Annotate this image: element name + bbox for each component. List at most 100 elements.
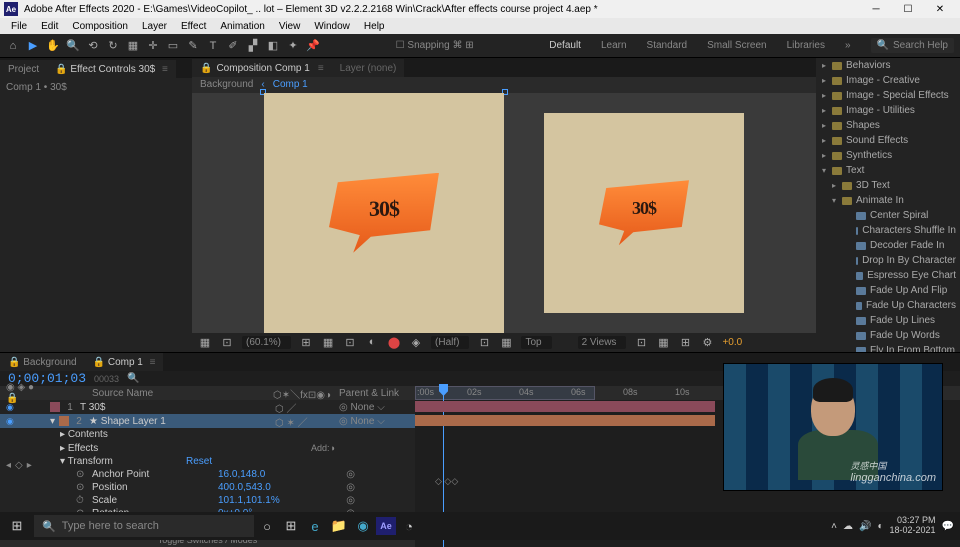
app-icon[interactable]: ◔ xyxy=(398,515,420,537)
prev-keyframe-icon[interactable]: ◂ xyxy=(6,460,11,471)
ie-icon[interactable]: e xyxy=(304,515,326,537)
rotate-tool-icon[interactable]: ↻ xyxy=(106,39,120,53)
camera-icon[interactable]: ⊡ xyxy=(477,335,491,349)
start-button[interactable]: ⊞ xyxy=(6,515,28,537)
views-dropdown[interactable]: 2 Views xyxy=(578,336,627,349)
preset-folder[interactable]: Sound Effects xyxy=(816,133,960,148)
preset-folder[interactable]: 3D Text xyxy=(816,178,960,193)
breadcrumb-comp1[interactable]: Comp 1 xyxy=(273,79,308,90)
workspace-learn[interactable]: Learn xyxy=(601,40,627,51)
prop-effects[interactable]: ▸ Effects xyxy=(0,442,415,455)
res-icon[interactable]: ⊞ xyxy=(299,335,313,349)
preset-folder[interactable]: Image - Creative xyxy=(816,73,960,88)
camera-tool-icon[interactable]: ▦ xyxy=(126,39,140,53)
maximize-button[interactable]: ☐ xyxy=(902,3,914,15)
alpha-icon[interactable]: ⊡ xyxy=(220,335,234,349)
tab-effect-controls[interactable]: 🔒 Effect Controls 30$ ≡ xyxy=(47,60,176,78)
task-view-icon[interactable]: ⊞ xyxy=(280,515,302,537)
canvas-right[interactable]: 30$ xyxy=(544,113,744,313)
layer-bar-1[interactable] xyxy=(415,401,715,412)
preset-folder[interactable]: Image - Special Effects xyxy=(816,88,960,103)
zoom-dropdown[interactable]: (60.1%) xyxy=(242,336,291,349)
preset-item[interactable]: Fade Up And Flip xyxy=(816,283,960,298)
keyframe-icon[interactable]: ◇ ◇◇ xyxy=(435,476,458,487)
snapping-toggle[interactable]: ☐ Snapping ⌘ ⊞ xyxy=(396,40,474,51)
breadcrumb-background[interactable]: Background xyxy=(200,79,253,90)
workspace-standard[interactable]: Standard xyxy=(647,40,688,51)
search-help[interactable]: 🔍 Search Help xyxy=(871,38,954,53)
menu-file[interactable]: File xyxy=(4,21,34,32)
vf-icon[interactable]: ▦ xyxy=(656,335,670,349)
prop-transform[interactable]: ▾ TransformReset xyxy=(0,455,415,468)
text-layer[interactable]: 30$ xyxy=(369,196,399,222)
vf-icon[interactable]: ⊞ xyxy=(678,335,692,349)
preset-item[interactable]: Fade Up Words xyxy=(816,328,960,343)
preset-folder[interactable]: Text xyxy=(816,163,960,178)
preset-item[interactable]: Fade Up Characters xyxy=(816,298,960,313)
menu-view[interactable]: View xyxy=(272,21,308,32)
tray-icon[interactable]: ˄ xyxy=(831,521,837,532)
notifications-icon[interactable]: 💬 xyxy=(942,521,954,532)
home-icon[interactable]: ⌂ xyxy=(6,39,20,53)
view-dropdown[interactable]: Top xyxy=(521,336,551,349)
tab-composition[interactable]: 🔒 Composition Comp 1 ≡ xyxy=(192,59,332,77)
preset-item[interactable]: Characters Shuffle In xyxy=(816,223,960,238)
resolution-dropdown[interactable]: (Half) xyxy=(431,336,469,349)
search-icon[interactable]: 🔍 xyxy=(127,373,139,384)
menu-effect[interactable]: Effect xyxy=(174,21,213,32)
tray-icon[interactable]: ◐ xyxy=(877,521,883,532)
clone-tool-icon[interactable]: ▞ xyxy=(246,39,260,53)
tray-icon[interactable]: 🔊 xyxy=(859,521,871,532)
tab-project[interactable]: Project xyxy=(0,60,47,78)
transparency-icon[interactable]: ◈ xyxy=(409,335,423,349)
text-tool-icon[interactable]: T xyxy=(206,39,220,53)
magnify-icon[interactable]: ▦ xyxy=(198,335,212,349)
roto-tool-icon[interactable]: ✦ xyxy=(286,39,300,53)
transform-prop[interactable]: ⊙Position400.0,543.0◎ xyxy=(0,481,415,494)
view-icon[interactable]: ▦ xyxy=(499,335,513,349)
guides-icon[interactable]: ⊡ xyxy=(343,335,357,349)
layer-color-chip[interactable] xyxy=(50,402,60,412)
cortana-icon[interactable]: ○ xyxy=(256,515,278,537)
exposure-value[interactable]: +0.0 xyxy=(722,337,742,348)
tab-close-icon[interactable]: ≡ xyxy=(162,64,168,75)
puppet-tool-icon[interactable]: 📌 xyxy=(306,39,320,53)
transform-prop[interactable]: ⊙Anchor Point16.0,148.0◎ xyxy=(0,468,415,481)
preset-item[interactable]: Decoder Fade In xyxy=(816,238,960,253)
region-icon[interactable]: ⬤ xyxy=(387,335,401,349)
layer-color-chip[interactable] xyxy=(59,416,69,426)
orbit-tool-icon[interactable]: ⟲ xyxy=(86,39,100,53)
shape-layer[interactable]: 30$ xyxy=(329,173,439,253)
tl-tab-background[interactable]: 🔒 Background xyxy=(0,353,85,371)
anchor-tool-icon[interactable]: ✛ xyxy=(146,39,160,53)
menu-window[interactable]: Window xyxy=(307,21,357,32)
tray-icon[interactable]: ☁ xyxy=(843,521,853,532)
layer-bar-2[interactable] xyxy=(415,415,715,426)
taskbar-search[interactable]: 🔍 Type here to search xyxy=(34,515,254,537)
minimize-button[interactable]: ─ xyxy=(870,3,882,15)
workspace-libraries[interactable]: Libraries xyxy=(787,40,825,51)
menu-layer[interactable]: Layer xyxy=(135,21,174,32)
workspace-default[interactable]: Default xyxy=(549,40,581,51)
eraser-tool-icon[interactable]: ◧ xyxy=(266,39,280,53)
preset-folder[interactable]: Synthetics xyxy=(816,148,960,163)
grid-icon[interactable]: ▦ xyxy=(321,335,335,349)
layer-row-1[interactable]: ◉ 1 T 30$ ⬡ ／ ◎ None ⌵ xyxy=(0,400,415,414)
preset-item[interactable]: Fade Up Lines xyxy=(816,313,960,328)
next-keyframe-icon[interactable]: ▸ xyxy=(27,460,32,471)
preset-item[interactable]: Drop In By Character xyxy=(816,253,960,268)
add-keyframe-icon[interactable]: ◇ xyxy=(15,460,23,471)
menu-help[interactable]: Help xyxy=(357,21,392,32)
preset-item[interactable]: Fly In From Bottom xyxy=(816,343,960,352)
prop-contents[interactable]: ▸ Contents xyxy=(0,428,415,441)
tab-layer[interactable]: Layer (none) xyxy=(332,59,405,77)
hand-tool-icon[interactable]: ✋ xyxy=(46,39,60,53)
tab-menu-icon[interactable]: ≡ xyxy=(318,63,324,74)
menu-edit[interactable]: Edit xyxy=(34,21,65,32)
preset-folder[interactable]: Shapes xyxy=(816,118,960,133)
vf-icon[interactable]: ⚙ xyxy=(700,335,714,349)
explorer-icon[interactable]: 📁 xyxy=(328,515,350,537)
composition-viewer[interactable]: 30$ 30$ xyxy=(192,93,816,333)
tl-tab-comp1[interactable]: 🔒 Comp 1 ≡ xyxy=(85,353,164,371)
vf-icon[interactable]: ⊡ xyxy=(634,335,648,349)
